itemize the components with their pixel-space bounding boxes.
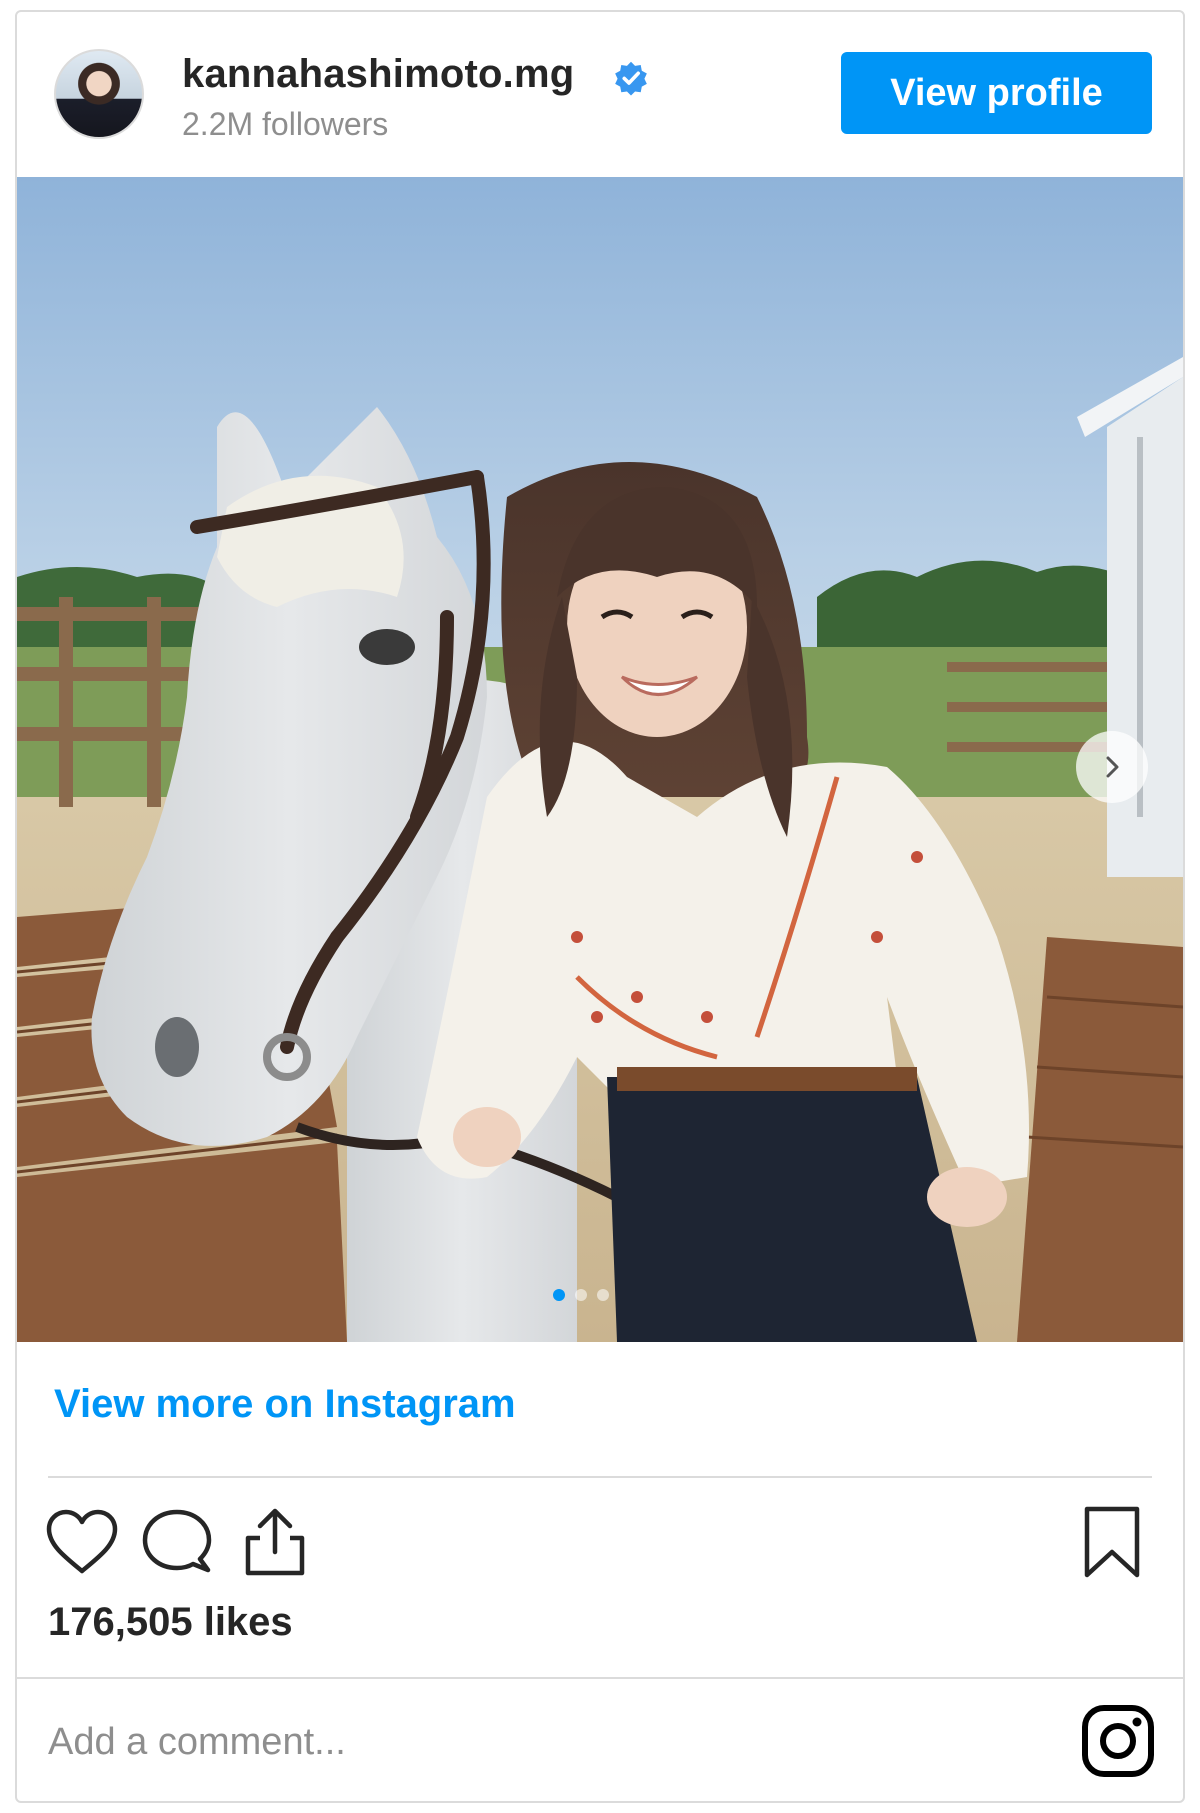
comment-button[interactable] <box>137 1502 217 1582</box>
divider <box>17 1677 1183 1679</box>
like-count: 176,505 likes <box>48 1600 293 1644</box>
save-button[interactable] <box>1072 1502 1152 1582</box>
carousel-dots <box>553 1289 609 1301</box>
share-button[interactable] <box>235 1502 315 1582</box>
instagram-embed-card: kannahashimoto.mg 2.2M followers View pr… <box>15 10 1185 1803</box>
share-icon <box>245 1508 305 1576</box>
avatar[interactable] <box>54 49 144 139</box>
like-button[interactable] <box>42 1502 122 1582</box>
carousel-next-button[interactable] <box>1076 731 1148 803</box>
comment-bubble-icon <box>142 1509 212 1573</box>
username[interactable]: kannahashimoto.mg <box>182 52 574 97</box>
view-more-link[interactable]: View more on Instagram <box>54 1382 516 1427</box>
photo-scene <box>17 177 1183 1342</box>
chevron-right-icon <box>1106 756 1119 778</box>
divider <box>48 1476 1152 1478</box>
instagram-logo-icon[interactable] <box>1080 1703 1156 1779</box>
comment-input[interactable] <box>48 1702 948 1782</box>
carousel-dot <box>575 1289 587 1301</box>
carousel-dot <box>553 1289 565 1301</box>
heart-icon <box>46 1509 118 1574</box>
view-profile-button[interactable]: View profile <box>841 52 1152 134</box>
carousel-dot <box>597 1289 609 1301</box>
follower-count: 2.2M followers <box>182 106 389 142</box>
action-bar <box>17 1502 1183 1592</box>
verified-badge-icon <box>615 61 647 96</box>
bookmark-icon <box>1084 1506 1140 1578</box>
post-image[interactable] <box>17 177 1183 1342</box>
post-header: kannahashimoto.mg 2.2M followers View pr… <box>17 12 1183 177</box>
